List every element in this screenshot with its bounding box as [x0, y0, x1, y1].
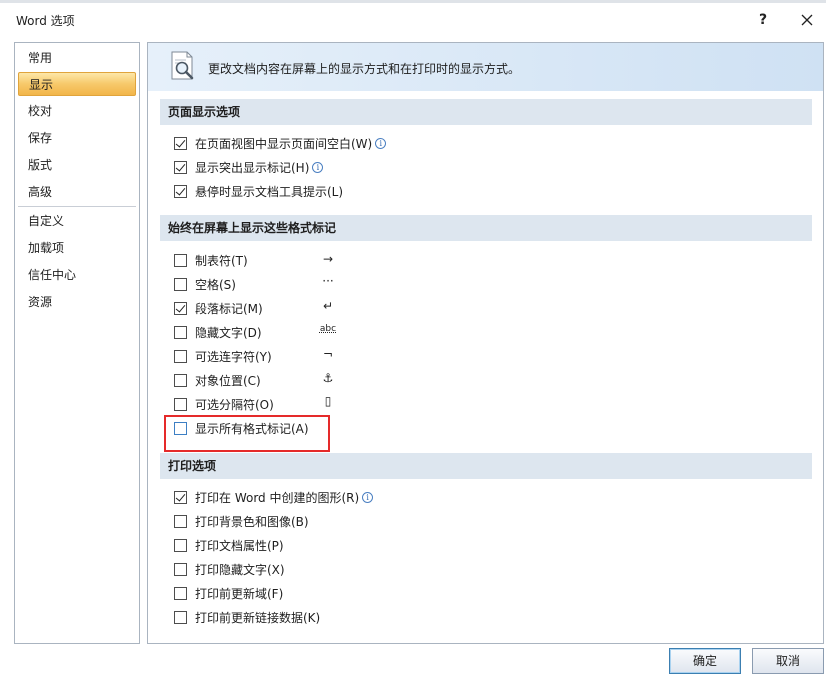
checkbox[interactable] — [174, 586, 187, 600]
sidebar-divider — [18, 206, 136, 207]
checkbox[interactable] — [174, 490, 187, 504]
option-print-background[interactable]: 打印背景色和图像(B) — [174, 511, 309, 531]
info-icon: i — [362, 491, 374, 503]
info-icon: i — [312, 161, 324, 173]
option-label: 打印前更新域(F) — [195, 586, 284, 601]
option-label: 制表符(T) — [195, 253, 248, 268]
option-label: 打印背景色和图像(B) — [195, 514, 309, 529]
info-icon: i — [375, 137, 387, 149]
checkbox[interactable] — [174, 325, 187, 339]
option-label: 打印前更新链接数据(K) — [195, 610, 321, 625]
option-show-highlighter[interactable]: 显示突出显示标记(H) i — [174, 157, 324, 177]
checkbox[interactable] — [174, 277, 187, 291]
main-panel: 更改文档内容在屏幕上的显示方式和在打印时的显示方式。 页面显示选项 在页面视图中… — [147, 42, 824, 644]
option-label: 悬停时显示文档工具提示(L) — [195, 184, 344, 199]
paragraph-mark-icon: ↵ — [322, 299, 334, 313]
ok-button[interactable]: 确定 — [669, 648, 741, 674]
space-mark-icon: ··· — [322, 274, 334, 288]
close-button[interactable] — [790, 7, 824, 33]
header-band: 更改文档内容在屏幕上的显示方式和在打印时的显示方式。 — [148, 43, 823, 91]
checkbox[interactable] — [174, 301, 187, 315]
option-print-hidden-text[interactable]: 打印隐藏文字(X) — [174, 559, 285, 579]
option-update-links[interactable]: 打印前更新链接数据(K) — [174, 607, 320, 627]
sidebar-item-layout[interactable]: 版式 — [15, 153, 139, 177]
hyphen-mark-icon: ¬ — [322, 347, 334, 361]
title-bar: Word 选项 ? — [0, 3, 826, 36]
option-show-tooltips[interactable]: 悬停时显示文档工具提示(L) — [174, 181, 343, 201]
option-update-fields[interactable]: 打印前更新域(F) — [174, 583, 283, 603]
anchor-mark-icon: ⚓ — [322, 371, 334, 385]
sidebar-item-save[interactable]: 保存 — [15, 126, 139, 150]
sidebar-item-display[interactable]: 显示 — [18, 72, 136, 96]
tab-mark-icon: → — [322, 252, 334, 266]
section-print: 打印选项 — [160, 453, 812, 479]
option-optional-hyphens[interactable]: 可选连字符(Y) — [174, 346, 272, 366]
magnifier-document-icon — [171, 51, 194, 80]
option-label: 对象位置(C) — [195, 373, 261, 388]
highlight-box — [164, 415, 330, 452]
option-label: 可选分隔符(O) — [195, 397, 274, 412]
checkbox[interactable] — [174, 562, 187, 576]
option-print-drawings[interactable]: 打印在 Word 中创建的图形(R) i — [174, 487, 374, 507]
section-formatting-marks: 始终在屏幕上显示这些格式标记 — [160, 215, 812, 241]
option-label: 隐藏文字(D) — [195, 325, 262, 340]
option-label: 可选连字符(Y) — [195, 349, 272, 364]
close-icon — [801, 14, 813, 26]
sidebar-item-resources[interactable]: 资源 — [15, 290, 139, 314]
window-title: Word 选项 — [16, 14, 75, 28]
option-optional-breaks[interactable]: 可选分隔符(O) — [174, 394, 274, 414]
option-print-properties[interactable]: 打印文档属性(P) — [174, 535, 284, 555]
checkbox[interactable] — [174, 373, 187, 387]
option-label: 段落标记(M) — [195, 301, 263, 316]
sidebar: 常用 显示 校对 保存 版式 高级 自定义 加载项 信任中心 资源 — [14, 42, 140, 644]
checkbox[interactable] — [174, 514, 187, 528]
option-label: 打印在 Word 中创建的图形(R) — [195, 490, 360, 505]
sidebar-item-common[interactable]: 常用 — [15, 46, 139, 70]
sidebar-item-proofing[interactable]: 校对 — [15, 99, 139, 123]
option-label: 空格(S) — [195, 277, 236, 292]
cancel-button[interactable]: 取消 — [752, 648, 824, 674]
break-mark-icon: ▯ — [324, 394, 332, 408]
sidebar-item-trust-center[interactable]: 信任中心 — [15, 263, 139, 287]
sidebar-item-advanced[interactable]: 高级 — [15, 180, 139, 204]
sidebar-item-customize[interactable]: 自定义 — [15, 209, 139, 233]
option-spaces[interactable]: 空格(S) — [174, 274, 236, 294]
checkbox[interactable] — [174, 184, 187, 198]
section-page-display: 页面显示选项 — [160, 99, 812, 125]
option-label: 显示突出显示标记(H) — [195, 160, 310, 175]
checkbox[interactable] — [174, 349, 187, 363]
checkbox[interactable] — [174, 136, 187, 150]
option-show-whitespace[interactable]: 在页面视图中显示页面间空白(W) i — [174, 133, 387, 153]
checkbox[interactable] — [174, 253, 187, 267]
sidebar-item-addins[interactable]: 加载项 — [15, 236, 139, 260]
hidden-text-mark-icon: abc — [319, 324, 337, 334]
option-paragraph-marks[interactable]: 段落标记(M) — [174, 298, 263, 318]
checkbox[interactable] — [174, 538, 187, 552]
option-label: 在页面视图中显示页面间空白(W) — [195, 136, 373, 151]
checkbox[interactable] — [174, 397, 187, 411]
help-button[interactable]: ? — [746, 7, 780, 33]
header-description: 更改文档内容在屏幕上的显示方式和在打印时的显示方式。 — [208, 62, 521, 76]
option-label: 打印隐藏文字(X) — [195, 562, 285, 577]
option-object-anchors[interactable]: 对象位置(C) — [174, 370, 261, 390]
option-hidden-text[interactable]: 隐藏文字(D) — [174, 322, 262, 342]
option-tab-characters[interactable]: 制表符(T) — [174, 250, 248, 270]
checkbox[interactable] — [174, 610, 187, 624]
checkbox[interactable] — [174, 160, 187, 174]
option-label: 打印文档属性(P) — [195, 538, 284, 553]
